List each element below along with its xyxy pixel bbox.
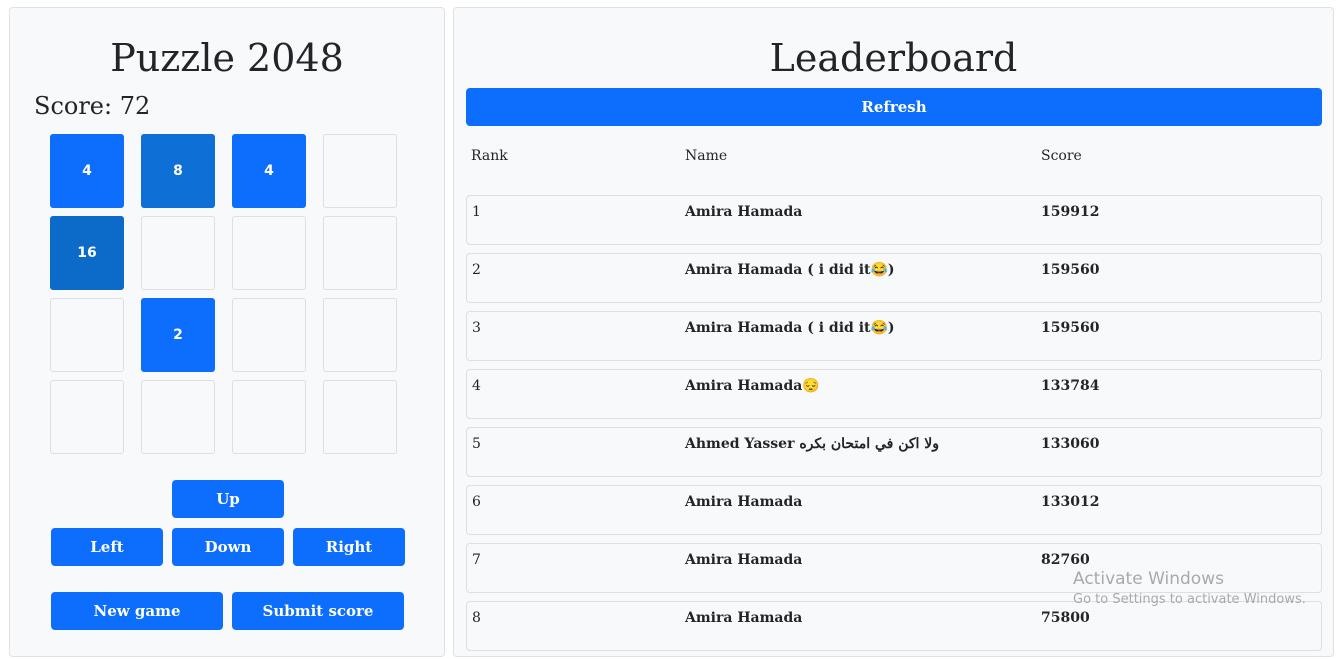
row-name: Amira Hamada bbox=[685, 204, 803, 220]
game-title: Puzzle 2048 bbox=[110, 36, 344, 80]
new-game-button[interactable]: New game bbox=[51, 592, 223, 630]
tile bbox=[141, 216, 215, 290]
tile bbox=[323, 298, 397, 372]
tile bbox=[323, 380, 397, 454]
column-header-rank: Rank bbox=[471, 148, 508, 164]
row-rank: 7 bbox=[472, 552, 481, 568]
leaderboard-title: Leaderboard bbox=[769, 36, 1018, 80]
row-rank: 1 bbox=[472, 204, 481, 220]
row-rank: 8 bbox=[472, 610, 481, 626]
row-name: Amira Hamada bbox=[685, 552, 803, 568]
row-score: 82760 bbox=[1041, 552, 1090, 568]
game-board: 4 8 4 16 2 bbox=[50, 134, 397, 454]
leaderboard-row: 8 Amira Hamada 75800 bbox=[466, 601, 1322, 651]
tile: 4 bbox=[232, 134, 306, 208]
row-name: Amira Hamada😔 bbox=[685, 378, 820, 394]
row-rank: 5 bbox=[472, 436, 481, 452]
tile bbox=[232, 298, 306, 372]
leaderboard-row: 3 Amira Hamada ( i did it😂) 159560 bbox=[466, 311, 1322, 361]
leaderboard-row: 6 Amira Hamada 133012 bbox=[466, 485, 1322, 535]
move-down-button[interactable]: Down bbox=[172, 528, 284, 566]
row-name: Amira Hamada bbox=[685, 610, 803, 626]
activate-windows-watermark: Activate Windows Go to Settings to activ… bbox=[1073, 569, 1306, 607]
watermark-title: Activate Windows bbox=[1073, 569, 1224, 589]
leaderboard-row: 4 Amira Hamada😔 133784 bbox=[466, 369, 1322, 419]
row-score: 75800 bbox=[1041, 610, 1090, 626]
row-name: Amira Hamada ( i did it😂) bbox=[685, 320, 895, 336]
column-header-score: Score bbox=[1041, 148, 1082, 164]
row-rank: 6 bbox=[472, 494, 481, 510]
tile bbox=[323, 216, 397, 290]
tile bbox=[232, 216, 306, 290]
leaderboard-row: 1 Amira Hamada 159912 bbox=[466, 195, 1322, 245]
tile: 4 bbox=[50, 134, 124, 208]
row-rank: 3 bbox=[472, 320, 481, 336]
leaderboard-header: Rank Name Score bbox=[466, 148, 1322, 170]
tile: 16 bbox=[50, 216, 124, 290]
row-name: Ahmed Yasser ولا اكن في امتحان بكره bbox=[685, 436, 940, 452]
column-header-name: Name bbox=[685, 148, 728, 164]
row-score: 159912 bbox=[1041, 204, 1100, 220]
move-up-button[interactable]: Up bbox=[172, 480, 284, 518]
tile: 2 bbox=[141, 298, 215, 372]
row-rank: 4 bbox=[472, 378, 481, 394]
watermark-subtitle: Go to Settings to activate Windows. bbox=[1073, 592, 1306, 607]
tile: 8 bbox=[141, 134, 215, 208]
row-name: Amira Hamada bbox=[685, 494, 803, 510]
refresh-button[interactable]: Refresh bbox=[466, 88, 1322, 126]
row-score: 133012 bbox=[1041, 494, 1100, 510]
submit-score-button[interactable]: Submit score bbox=[232, 592, 404, 630]
game-panel: Puzzle 2048 Score: 72 4 8 4 16 2 Up Left… bbox=[9, 7, 445, 657]
tile bbox=[141, 380, 215, 454]
move-left-button[interactable]: Left bbox=[51, 528, 163, 566]
row-score: 159560 bbox=[1041, 262, 1100, 278]
tile bbox=[232, 380, 306, 454]
tile bbox=[50, 298, 124, 372]
row-score: 133784 bbox=[1041, 378, 1100, 394]
row-rank: 2 bbox=[472, 262, 481, 278]
leaderboard-row: 2 Amira Hamada ( i did it😂) 159560 bbox=[466, 253, 1322, 303]
score-display: Score: 72 bbox=[34, 92, 151, 120]
move-right-button[interactable]: Right bbox=[293, 528, 405, 566]
row-score: 159560 bbox=[1041, 320, 1100, 336]
tile bbox=[323, 134, 397, 208]
leaderboard-panel: Leaderboard Refresh Rank Name Score 1 Am… bbox=[453, 7, 1334, 657]
tile bbox=[50, 380, 124, 454]
row-score: 133060 bbox=[1041, 436, 1100, 452]
row-name: Amira Hamada ( i did it😂) bbox=[685, 262, 895, 278]
leaderboard-row: 5 Ahmed Yasser ولا اكن في امتحان بكره 13… bbox=[466, 427, 1322, 477]
